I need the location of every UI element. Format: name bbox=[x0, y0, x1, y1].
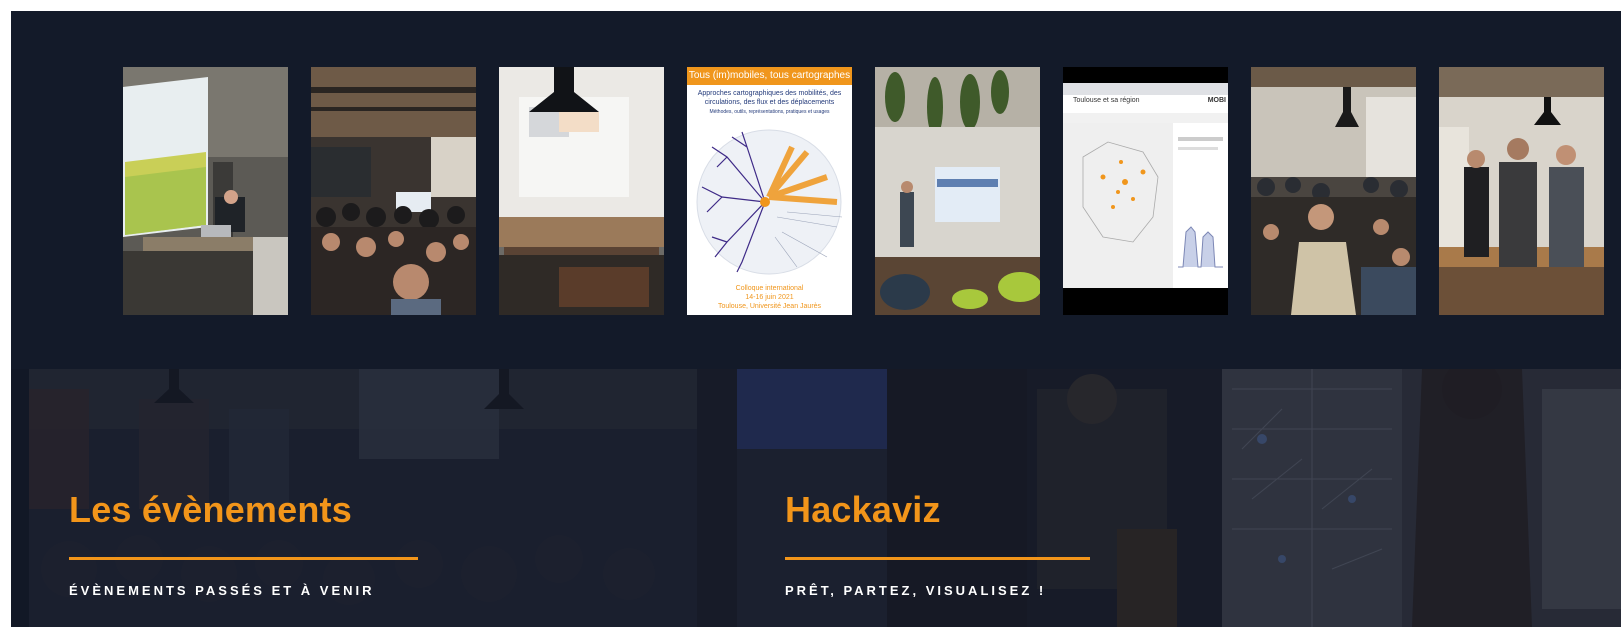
third-background-image bbox=[1222, 369, 1621, 627]
events-panel[interactable]: Les évènements ÉVÈNEMENTS PASSÉS ET À VE… bbox=[29, 369, 697, 627]
poster-map-illustration bbox=[696, 129, 843, 275]
map-app-heading: Toulouse et sa région bbox=[1073, 97, 1140, 104]
gallery-screenshot-map[interactable]: Toulouse et sa région MOBI bbox=[1063, 67, 1228, 315]
hackaviz-subtitle: PRÊT, PARTEZ, VISUALISEZ ! bbox=[785, 583, 1047, 598]
map-app-brand: MOBI bbox=[1207, 97, 1226, 104]
poster-place: Toulouse, Université Jean Jaurès bbox=[717, 303, 822, 310]
poster-methods: Méthodes, outils, représentations, prati… bbox=[709, 109, 830, 115]
events-divider bbox=[69, 557, 418, 560]
gallery-photo-audience[interactable] bbox=[311, 67, 476, 315]
gallery-poster-colloque[interactable]: Tous (im)mobiles, tous cartographes Appr… bbox=[687, 67, 852, 315]
hackaviz-title: Hackaviz bbox=[785, 489, 941, 530]
hackaviz-divider bbox=[785, 557, 1090, 560]
gallery-photo-networking[interactable] bbox=[1439, 67, 1604, 315]
events-title: Les évènements bbox=[69, 489, 352, 530]
photo-gallery: Tous (im)mobiles, tous cartographes Appr… bbox=[11, 11, 1621, 369]
third-panel[interactable] bbox=[1222, 369, 1621, 627]
gallery-photo-seated-audience[interactable] bbox=[1251, 67, 1416, 315]
gallery-photo-screen[interactable] bbox=[499, 67, 664, 315]
hackaviz-panel[interactable]: Hackaviz PRÊT, PARTEZ, VISUALISEZ ! bbox=[697, 369, 1222, 627]
page-frame: Tous (im)mobiles, tous cartographes Appr… bbox=[11, 11, 1621, 627]
gallery-photo-presentation[interactable] bbox=[123, 67, 288, 315]
events-subtitle: ÉVÈNEMENTS PASSÉS ET À VENIR bbox=[69, 583, 375, 598]
gallery-photo-presenter[interactable] bbox=[875, 67, 1040, 315]
poster-dates: 14-16 juin 2021 bbox=[745, 294, 794, 301]
poster-event: Colloque international bbox=[735, 285, 804, 292]
poster-footer: Colloque international 14-16 juin 2021 T… bbox=[691, 284, 848, 311]
